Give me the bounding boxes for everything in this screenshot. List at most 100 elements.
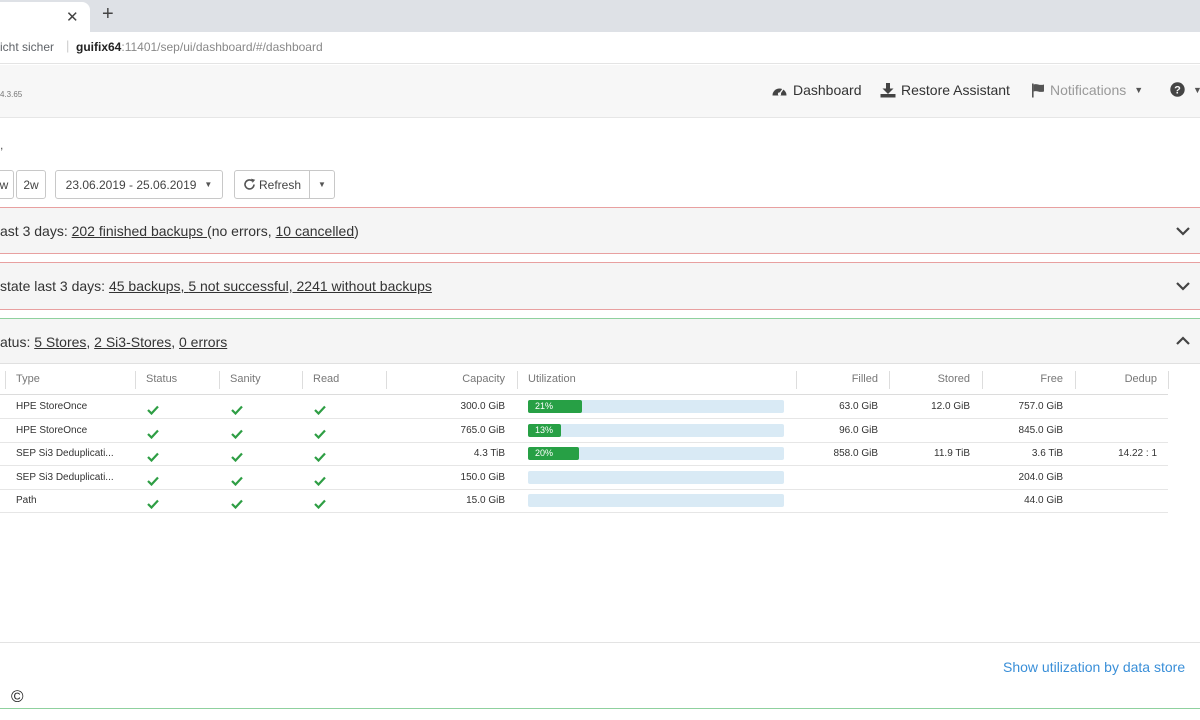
col-capacity[interactable]: Capacity [420,373,505,385]
flag-icon [1032,83,1044,97]
dashboard-gauge-icon [772,88,787,96]
stores-link[interactable]: 5 Stores [34,334,86,350]
range-2w-button[interactable]: 2w [16,170,46,199]
nav-notifications-label: Notifications [1050,82,1127,98]
chevron-up-icon[interactable] [1175,335,1191,347]
nav-restore-label: Restore Assistant [901,82,1010,98]
col-status[interactable]: Status [146,373,177,385]
state-panel[interactable]: state last 3 days: 45 backups, 5 not suc… [0,263,1200,309]
nav-restore-assistant[interactable]: Restore Assistant [880,82,1010,98]
col-utilization[interactable]: Utilization [528,373,576,385]
range-1w-button[interactable]: w [0,170,14,199]
stores-sep-2: , [171,334,179,350]
address-separator: | [66,38,70,53]
chevron-down-icon: ▼ [1193,84,1200,95]
chevron-down-icon[interactable] [1175,280,1191,292]
read-check-icon [314,426,326,439]
cell-type: SEP Si3 Deduplicati... [16,471,114,483]
status-check-icon [147,496,159,510]
chevron-down-icon: ▼ [1134,85,1144,95]
app-root: ✕ + icht sicher | guifix64:11401/sep/ui/… [0,0,1200,720]
nav-dashboard[interactable]: Dashboard [771,82,862,98]
cell-free: 204.0 GiB [1018,471,1063,483]
utilization-label: 13% [535,424,554,435]
help-icon: ? [1170,82,1185,97]
cell-type: HPE StoreOnce [16,401,88,412]
utilization-fill: 20% [528,447,580,460]
state-prefix: state last 3 days: [0,278,109,294]
read-check-icon [314,496,326,510]
sanity-check-icon [231,402,243,416]
app-header: 4.3.65 Dashboard Restore Assistant Notif [0,65,1200,118]
col-free[interactable]: Free [984,373,1063,385]
table-row[interactable]: HPE StoreOnce 300.0 GiB 21% 63.0 GiB 12.0 Gi… [0,396,1168,419]
cell-free: 44.0 GiB [1024,495,1063,506]
utilization-bar [528,494,784,507]
backups-prefix: ast 3 days: [0,223,72,239]
sanity-check-icon [231,426,243,439]
status-check-icon [147,449,159,463]
svg-text:?: ? [1174,85,1181,97]
col-dedup[interactable]: Dedup [1077,373,1157,385]
table-row[interactable]: SEP Si3 Deduplicati... 150.0 GiB 204.0 GiB [0,467,1168,490]
address-bar[interactable]: icht sicher | guifix64:11401/sep/ui/dash… [0,32,1200,64]
cell-type: SEP Si3 Deduplicati... [16,448,114,459]
refresh-button[interactable]: Refresh [234,170,310,199]
cell-free: 3.6 TiB [1031,448,1063,459]
refresh-label: Refresh [258,177,302,192]
not-successful-link[interactable]: 5 not successful, 2241 without backups [188,278,432,294]
browser-tab[interactable]: ✕ [0,2,90,32]
chevron-down-icon: ▼ [204,180,213,189]
close-tab-icon[interactable]: ✕ [66,8,79,26]
panel-footer-border [0,642,1200,643]
backups-panel[interactable]: ast 3 days: 202 finished backups (no err… [0,208,1200,253]
nav-notifications[interactable]: Notifications ▼ [1031,82,1143,98]
finished-backups-link[interactable]: 202 finished backups [72,223,207,239]
backups-count-link[interactable]: 45 backups, [109,278,188,294]
utilization-label: 20% [535,448,554,458]
cell-filled: 63.0 GiB [839,401,878,412]
date-range-label: 23.06.2019 - 25.06.2019 [65,177,197,192]
table-row[interactable]: SEP Si3 Deduplicati... 4.3 TiB 20% 858.0 Gi… [0,443,1168,466]
table-row[interactable]: HPE StoreOnce 765.0 GiB 13% 96.0 GiB 845.0 G… [0,420,1168,443]
stores-panel-border-bottom [0,708,1200,709]
url-text[interactable]: guifix64:11401/sep/ui/dashboard/#/dashbo… [76,40,323,54]
table-row[interactable]: Path 15.0 GiB 44.0 GiB [0,490,1168,513]
new-tab-icon[interactable]: + [102,3,114,26]
column-separator [517,371,518,389]
cell-type: HPE StoreOnce [16,424,88,436]
col-filled[interactable]: Filled [800,373,878,385]
col-stored[interactable]: Stored [890,373,970,385]
range-2w-label: 2w [23,177,39,192]
stores-panel-header[interactable]: atus: 5 Stores, 2 Si3-Stores, 0 errors [0,319,1200,364]
cell-capacity: 15.0 GiB [466,495,505,506]
col-sanity[interactable]: Sanity [230,373,261,385]
refresh-icon [244,178,256,190]
copyright-icon: © [11,687,24,706]
nav-help[interactable]: ? ▼ [1170,82,1200,97]
col-read[interactable]: Read [313,373,339,385]
cancelled-backups-link[interactable]: 10 cancelled [276,223,355,239]
store-errors-link[interactable]: 0 errors [179,334,227,350]
utilization-bar: 13% [528,423,784,437]
utilization-label: 21% [535,401,554,411]
refresh-options-button[interactable]: ▼ [309,170,335,199]
status-check-icon [147,473,159,486]
sanity-check-icon [231,496,243,510]
col-type[interactable]: Type [16,373,40,385]
chevron-down-icon[interactable] [1175,225,1191,237]
date-range-select[interactable]: 23.06.2019 - 25.06.2019 ▼ [55,170,223,199]
utilization-bar [528,470,784,484]
read-check-icon [314,473,326,486]
column-separator [1168,371,1169,389]
read-check-icon [314,449,326,463]
si3-stores-link[interactable]: 2 Si3-Stores [94,334,171,350]
browser-tabstrip: ✕ + [0,0,1200,32]
utilization-fill: 21% [528,400,582,413]
status-check-icon [147,402,159,416]
column-separator [135,371,136,389]
cell-type: Path [16,495,37,506]
column-separator [796,371,797,389]
show-utilization-link[interactable]: Show utilization by data store [1003,659,1185,675]
column-separator [982,371,983,389]
